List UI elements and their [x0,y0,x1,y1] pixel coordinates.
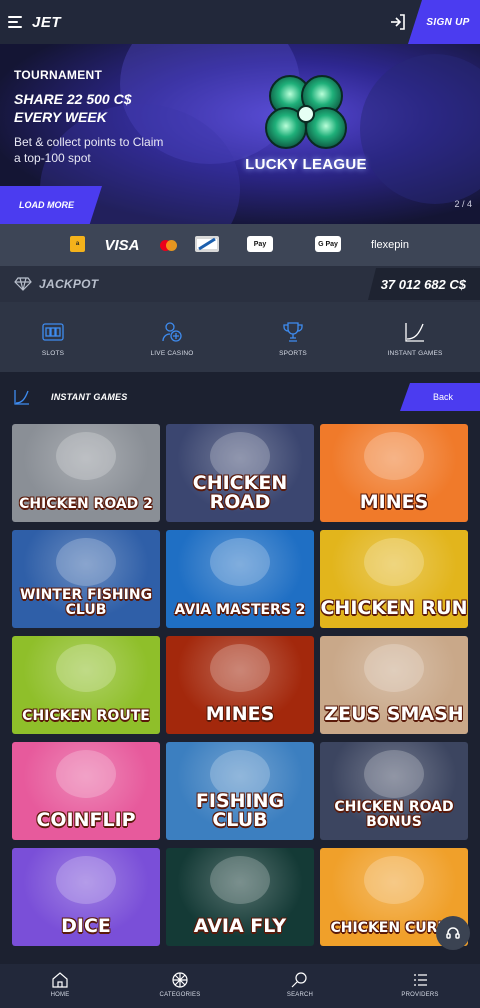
game-tile[interactable]: CHICKEN RUN [320,530,468,628]
game-tile[interactable]: CHICKEN ROUTE [12,636,160,734]
game-artwork [56,750,116,798]
category-live-casino[interactable]: LIVE CASINO [124,302,220,372]
payment-methods: a VISA Pay G Pay flexepin [0,224,480,266]
category-instant-games[interactable]: INSTANT GAMES [367,302,463,372]
game-title: CHICKEN ROAD 2 [19,496,153,512]
game-tile[interactable]: ZEUS SMASH [320,636,468,734]
game-title: CHICKEN ROAD BONUS [334,799,454,830]
category-tabs: SLOTS LIVE CASINO SPORTS INSTANT GAMES [0,302,480,372]
jackpot-value: 37 012 682 C$ [380,277,466,292]
game-title: CHICKEN RUN [320,597,468,619]
game-title: CHICKEN ROUTE [22,708,150,724]
game-tile[interactable]: DICE [12,848,160,946]
instant-games-icon [405,323,424,342]
nav-categories[interactable]: CATEGORIES [120,964,240,1008]
jackpot-label: JACKPOT [39,277,99,291]
promo-banner[interactable]: TOURNAMENT SHARE 22 500 C$ EVERY WEEK Be… [0,44,480,224]
game-artwork [210,644,270,692]
game-title: DICE [61,915,111,937]
menu-icon[interactable] [8,16,24,28]
banner-description: Bet & collect points to Claim a top-100 … [14,135,164,165]
game-artwork [364,432,424,480]
jackpot-bar: JACKPOT 37 012 682 C$ [0,266,480,302]
apple-pay-icon: Pay [247,236,273,252]
category-label: SPORTS [279,350,307,357]
game-artwork [364,644,424,692]
game-title: WINTER FISHING CLUB [19,587,153,618]
game-artwork [364,856,424,904]
clover-icon [265,75,347,149]
game-title: MINES [205,703,275,725]
game-artwork [56,432,116,480]
categories-icon [172,972,188,988]
category-label: LIVE CASINO [150,350,194,357]
game-tile[interactable]: AVIA FLY [166,848,314,946]
game-artwork [210,538,270,586]
nav-home[interactable]: HOME [0,964,120,1008]
section-title: INSTANT GAMES [51,392,128,402]
game-tile[interactable]: AVIA MASTERS 2 [166,530,314,628]
amazon-pay-icon: a [70,236,85,252]
load-more-button[interactable]: LOAD MORE [0,186,102,224]
game-artwork [364,538,424,586]
category-label: INSTANT GAMES [387,350,443,357]
game-tile[interactable]: WINTER FISHING CLUB [12,530,160,628]
nav-label: CATEGORIES [159,992,201,998]
google-pay-icon: G Pay [315,236,341,252]
category-slots[interactable]: SLOTS [5,302,101,372]
game-artwork [56,856,116,904]
back-button[interactable]: Back [400,383,480,411]
game-artwork [364,750,424,798]
nav-label: SEARCH [286,992,314,998]
home-icon [52,972,68,988]
bottom-navigation: HOME CATEGORIES SEARCH PROVIDERS [0,964,480,1008]
instant-games-icon [14,390,29,405]
nav-search[interactable]: SEARCH [240,964,360,1008]
support-chat-button[interactable] [436,916,470,950]
visa-icon: VISA [104,236,140,254]
game-artwork [56,644,116,692]
promo-name: LUCKY LEAGUE [245,156,367,173]
game-artwork [210,856,270,904]
banner-title: SHARE 22 500 C$ EVERY WEEK [14,91,132,125]
providers-icon [414,974,427,986]
game-title: MINES [359,491,429,513]
game-tile[interactable]: MINES [320,424,468,522]
banner-label: TOURNAMENT [14,68,103,82]
game-tile[interactable]: CHICKEN ROAD 2 [12,424,160,522]
login-icon[interactable] [389,13,407,31]
game-title: CHICKEN ROAD [192,472,288,513]
nav-providers[interactable]: PROVIDERS [360,964,480,1008]
game-tile[interactable]: COINFLIP [12,742,160,840]
game-artwork [56,538,116,586]
nav-label: PROVIDERS [401,992,439,998]
slots-icon [42,323,64,341]
game-tile[interactable]: FISHING CLUB [166,742,314,840]
search-icon [291,972,307,988]
game-title: AVIA MASTERS 2 [174,602,306,618]
section-header: INSTANT GAMES Back [0,378,480,416]
game-tile[interactable]: CHICKEN ROAD BONUS [320,742,468,840]
game-tile[interactable]: CHICKEN ROAD [166,424,314,522]
slide-counter: 2 / 4 [454,199,472,209]
flexepin-icon: flexepin [371,239,409,251]
game-title: AVIA FLY [193,915,287,937]
interac-icon [195,236,219,252]
mastercard-icon [157,236,179,254]
game-title: ZEUS SMASH [324,703,464,725]
category-sports[interactable]: SPORTS [245,302,341,372]
game-title: COINFLIP [36,809,136,831]
diamond-icon [14,277,32,291]
headset-icon [446,927,460,939]
sports-trophy-icon [283,322,303,342]
nav-label: HOME [50,992,70,998]
game-tile[interactable]: MINES [166,636,314,734]
game-title: FISHING CLUB [195,790,285,831]
top-header: JET SIGN UP [0,0,480,44]
live-casino-icon [162,322,182,342]
logo[interactable]: JET [32,14,61,31]
signup-button[interactable]: SIGN UP [408,0,480,44]
category-label: SLOTS [41,350,65,357]
